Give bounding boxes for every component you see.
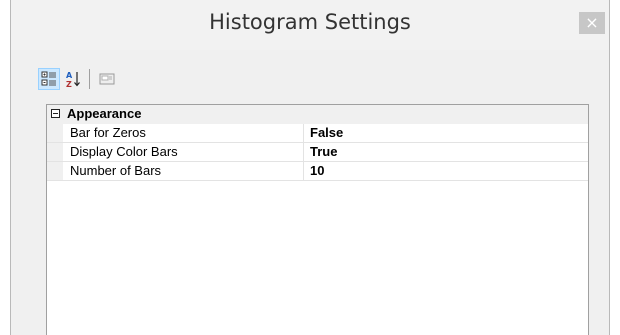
property-value[interactable]: False: [310, 125, 343, 140]
sort-alphabetical-button[interactable]: A Z: [62, 68, 84, 90]
close-button[interactable]: ×: [579, 12, 605, 34]
histogram-settings-dialog: Histogram Settings × A Z Appearance Bar …: [0, 0, 620, 335]
toolbar-separator: [89, 69, 90, 89]
property-pages-icon: [99, 73, 115, 85]
property-row-bar-for-zeros[interactable]: Bar for Zeros False: [47, 124, 588, 143]
close-icon: ×: [585, 13, 599, 32]
column-divider: [303, 124, 304, 142]
property-row-number-of-bars[interactable]: Number of Bars 10: [47, 162, 588, 181]
property-name: Number of Bars: [70, 163, 162, 178]
sort-alphabetical-icon: A Z: [66, 71, 80, 88]
svg-text:Z: Z: [66, 80, 72, 88]
category-label: Appearance: [67, 106, 142, 121]
column-divider: [303, 162, 304, 180]
property-pages-button[interactable]: [96, 68, 118, 90]
property-value[interactable]: True: [310, 144, 337, 159]
row-gutter: [47, 143, 63, 161]
property-name: Bar for Zeros: [70, 125, 146, 140]
column-divider: [303, 143, 304, 161]
collapse-icon[interactable]: [51, 109, 60, 118]
category-row-appearance[interactable]: Appearance: [47, 105, 588, 124]
row-gutter: [47, 124, 63, 142]
dialog-title: Histogram Settings: [209, 10, 411, 34]
categorized-icon: [41, 71, 56, 86]
property-name: Display Color Bars: [70, 144, 178, 159]
property-row-display-color-bars[interactable]: Display Color Bars True: [47, 143, 588, 162]
property-grid-toolbar: A Z: [38, 67, 120, 91]
title-bar[interactable]: Histogram Settings ×: [10, 0, 610, 50]
property-value[interactable]: 10: [310, 163, 324, 178]
row-gutter: [47, 162, 63, 180]
categorized-button[interactable]: [38, 68, 60, 90]
svg-text:A: A: [66, 71, 73, 80]
property-grid[interactable]: Appearance Bar for Zeros False Display C…: [46, 104, 589, 335]
